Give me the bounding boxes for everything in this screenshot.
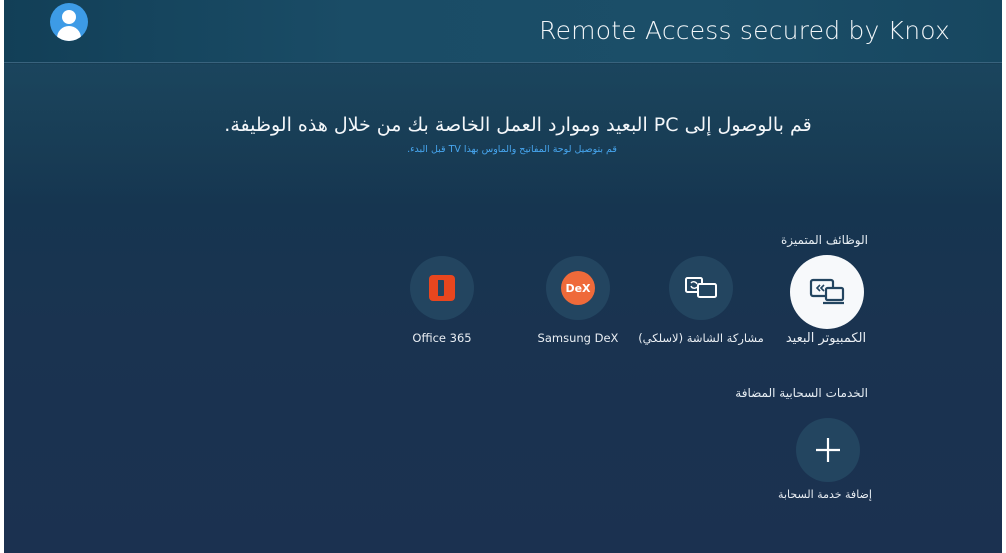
app-title: Remote Access secured by Knox bbox=[539, 16, 950, 45]
office-button[interactable] bbox=[410, 256, 474, 320]
add-cloud-label: إضافة خدمة السحابة bbox=[778, 488, 872, 501]
plus-icon bbox=[816, 438, 840, 462]
screen-share-label: مشاركة الشاشة (لاسلكي) bbox=[638, 331, 764, 345]
cloud-section-heading: الخدمات السحابية المضافة bbox=[735, 386, 868, 400]
office-label: Office 365 bbox=[412, 331, 472, 345]
header-divider bbox=[4, 62, 1002, 63]
remote-pc-button[interactable] bbox=[790, 255, 864, 329]
avatar-head-shape bbox=[62, 10, 76, 24]
dex-button[interactable]: DeX bbox=[546, 256, 610, 320]
office-icon bbox=[429, 275, 455, 301]
screen: Remote Access secured by Knox قم بالوصول… bbox=[4, 0, 1002, 553]
screen-share-button[interactable] bbox=[669, 256, 733, 320]
keyboard-mouse-hint: قم بتوصيل لوحة المفاتيح والماوس بهذا TV … bbox=[407, 144, 617, 155]
featured-section-heading: الوظائف المتميزة bbox=[781, 233, 868, 247]
dex-icon: DeX bbox=[561, 271, 595, 305]
profile-avatar-icon[interactable] bbox=[50, 3, 88, 41]
avatar-body-shape bbox=[57, 26, 81, 41]
screen-share-icon bbox=[685, 277, 717, 298]
dex-label: Samsung DeX bbox=[537, 331, 619, 345]
add-cloud-button[interactable] bbox=[796, 418, 860, 482]
main-description: قم بالوصول إلى PC البعيد وموارد العمل ال… bbox=[224, 114, 812, 136]
remote-pc-icon bbox=[809, 278, 845, 305]
remote-pc-label: الكمبيوتر البعيد bbox=[785, 331, 867, 346]
